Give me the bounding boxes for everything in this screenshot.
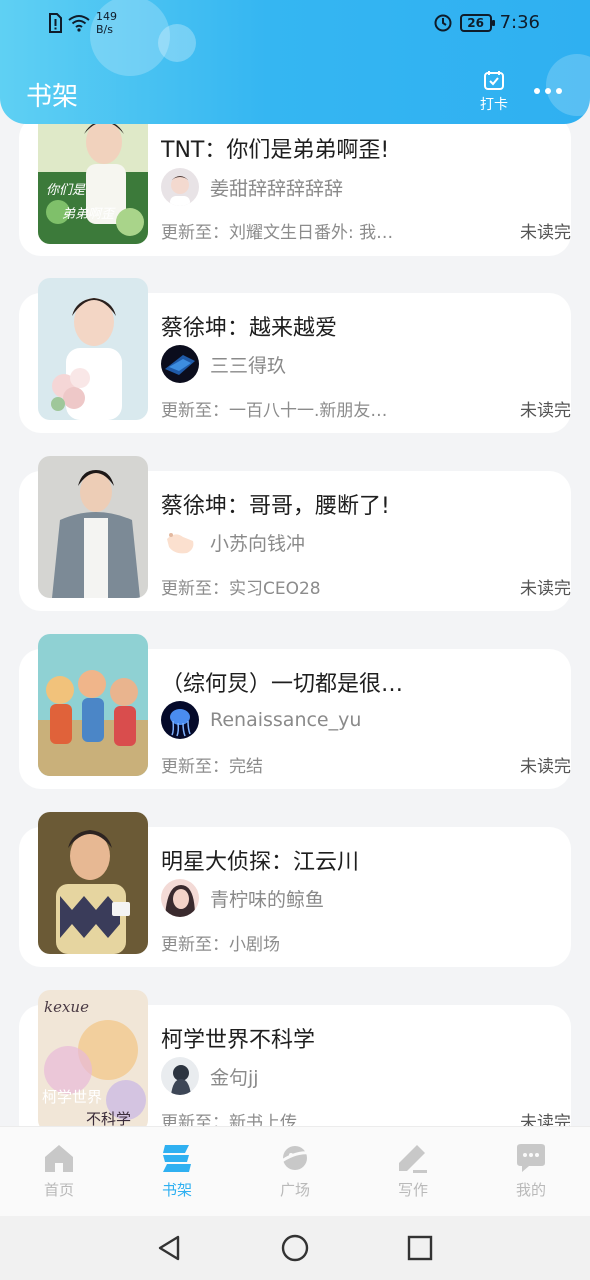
recents-square-icon[interactable] <box>407 1234 433 1262</box>
chat-bubble-icon <box>517 1144 545 1172</box>
nav-bookshelf-label: 书架 <box>161 1181 192 1199</box>
svg-text:你们是: 你们是 <box>46 183 86 198</box>
nav-write[interactable]: 写作 <box>354 1127 472 1216</box>
svg-text:柯学世界: 柯学世界 <box>42 1088 102 1106</box>
latest-chapter: 更新至：实习CEO28 <box>161 579 321 599</box>
read-status: 未读完 <box>520 579 571 599</box>
book-cover[interactable]: kexue 柯学世界 不科学 <box>38 990 148 1126</box>
nav-home[interactable]: 首页 <box>0 1127 118 1216</box>
more-button[interactable] <box>534 88 562 94</box>
author-row: 三三得玖 <box>161 345 286 383</box>
read-status: 未读完 <box>520 401 571 421</box>
bookshelf-icon <box>163 1145 191 1172</box>
more-dot-icon <box>534 88 540 94</box>
battery-indicator: 26 <box>459 13 495 32</box>
network-speed: 149 B/s <box>96 10 117 36</box>
author-name: 小苏向钱冲 <box>210 532 306 555</box>
book-title: 柯学世界不科学 <box>161 1028 316 1053</box>
book-title: 蔡徐坤：哥哥，腰断了! <box>161 494 390 519</box>
author-avatar <box>161 879 199 917</box>
book-cover-image <box>38 278 148 420</box>
svg-text:弟弟啊歪: 弟弟啊歪 <box>62 207 116 222</box>
system-navigation-bar <box>0 1216 590 1280</box>
checkin-label: 打卡 <box>480 97 508 113</box>
svg-text:不科学: 不科学 <box>86 1110 131 1126</box>
network-speed-value: 149 <box>96 10 117 23</box>
author-avatar <box>161 1057 199 1095</box>
checkin-button[interactable]: 打卡 <box>474 70 514 114</box>
book-cover[interactable] <box>38 278 148 420</box>
calendar-check-icon <box>484 71 504 90</box>
book-cover-image <box>38 456 148 598</box>
nav-square[interactable]: 广场 <box>236 1127 354 1216</box>
nav-square-label: 广场 <box>279 1181 310 1199</box>
nav-profile[interactable]: 我的 <box>472 1127 590 1216</box>
page-title: 书架 <box>26 82 79 112</box>
home-icon <box>45 1145 73 1172</box>
cover-text: kexue <box>44 998 89 1016</box>
author-name: Renaissance_yu <box>210 709 362 731</box>
status-bar: 149 B/s 26 7:36 <box>0 0 590 46</box>
latest-chapter: 更新至：一百八十一.新朋友… <box>161 401 388 421</box>
book-cover[interactable] <box>38 456 148 598</box>
latest-chapter: 更新至：完结 <box>161 757 263 777</box>
author-row: 姜甜辞辞辞辞辞 <box>161 168 343 206</box>
bottom-nav: 首页 书架 广场 写作 我的 <box>0 1126 590 1216</box>
clock: 7:36 <box>499 12 540 33</box>
author-avatar <box>161 523 199 561</box>
author-row: Renaissance_yu <box>161 701 361 739</box>
nav-home-label: 首页 <box>43 1181 74 1199</box>
latest-chapter: 更新至：刘耀文生日番外: 我… <box>161 223 394 243</box>
network-speed-unit: B/s <box>96 23 113 36</box>
latest-chapter: 更新至：小剧场 <box>161 935 280 955</box>
more-dot-icon <box>556 88 562 94</box>
author-row: 小苏向钱冲 <box>161 523 305 561</box>
book-cover-image: kexue 柯学世界 不科学 <box>38 990 148 1126</box>
book-cover-image <box>38 634 148 776</box>
book-cover-image <box>38 812 148 954</box>
book-title: 明星大侦探：江云川 <box>161 850 360 875</box>
more-dot-icon <box>545 88 551 94</box>
back-icon[interactable] <box>156 1234 182 1262</box>
wifi-icon <box>68 15 90 32</box>
author-row: 金句jj <box>161 1057 259 1095</box>
book-cover[interactable] <box>38 634 148 776</box>
decor-bubble <box>546 54 590 116</box>
book-cover[interactable] <box>38 812 148 954</box>
book-title: （综何炅）一切都是很… <box>161 672 404 697</box>
author-name: 金句jj <box>210 1066 259 1089</box>
book-title: 蔡徐坤：越来越爱 <box>161 316 338 341</box>
author-avatar <box>161 701 199 739</box>
author-row: 青柠味的鲸鱼 <box>161 879 324 917</box>
alarm-icon <box>434 14 452 31</box>
author-avatar <box>161 168 199 206</box>
read-status: 未读完 <box>520 1113 571 1126</box>
planet-icon <box>278 1146 312 1170</box>
read-status: 未读完 <box>520 757 571 777</box>
latest-chapter: 更新至：新书上传 <box>161 1113 297 1126</box>
nav-write-label: 写作 <box>397 1181 428 1199</box>
nav-profile-label: 我的 <box>515 1181 546 1199</box>
read-status: 未读完 <box>520 223 571 243</box>
author-name: 三三得玖 <box>210 354 287 377</box>
app-header: 149 B/s 26 7:36 书架 打卡 <box>0 0 590 124</box>
bookshelf-list[interactable]: 你们是 弟弟啊歪 TNT：你们是弟弟啊歪! 姜甜辞辞辞辞辞 更新至：刘耀文生日番… <box>0 0 590 1126</box>
author-name: 青柠味的鲸鱼 <box>210 888 325 911</box>
nav-bookshelf[interactable]: 书架 <box>118 1127 236 1216</box>
author-name: 姜甜辞辞辞辞辞 <box>210 177 344 200</box>
sim-alert-icon <box>49 13 62 33</box>
home-circle-icon[interactable] <box>281 1234 309 1262</box>
author-avatar <box>161 345 199 383</box>
pencil-icon <box>399 1145 427 1173</box>
book-title: TNT：你们是弟弟啊歪! <box>161 138 390 163</box>
